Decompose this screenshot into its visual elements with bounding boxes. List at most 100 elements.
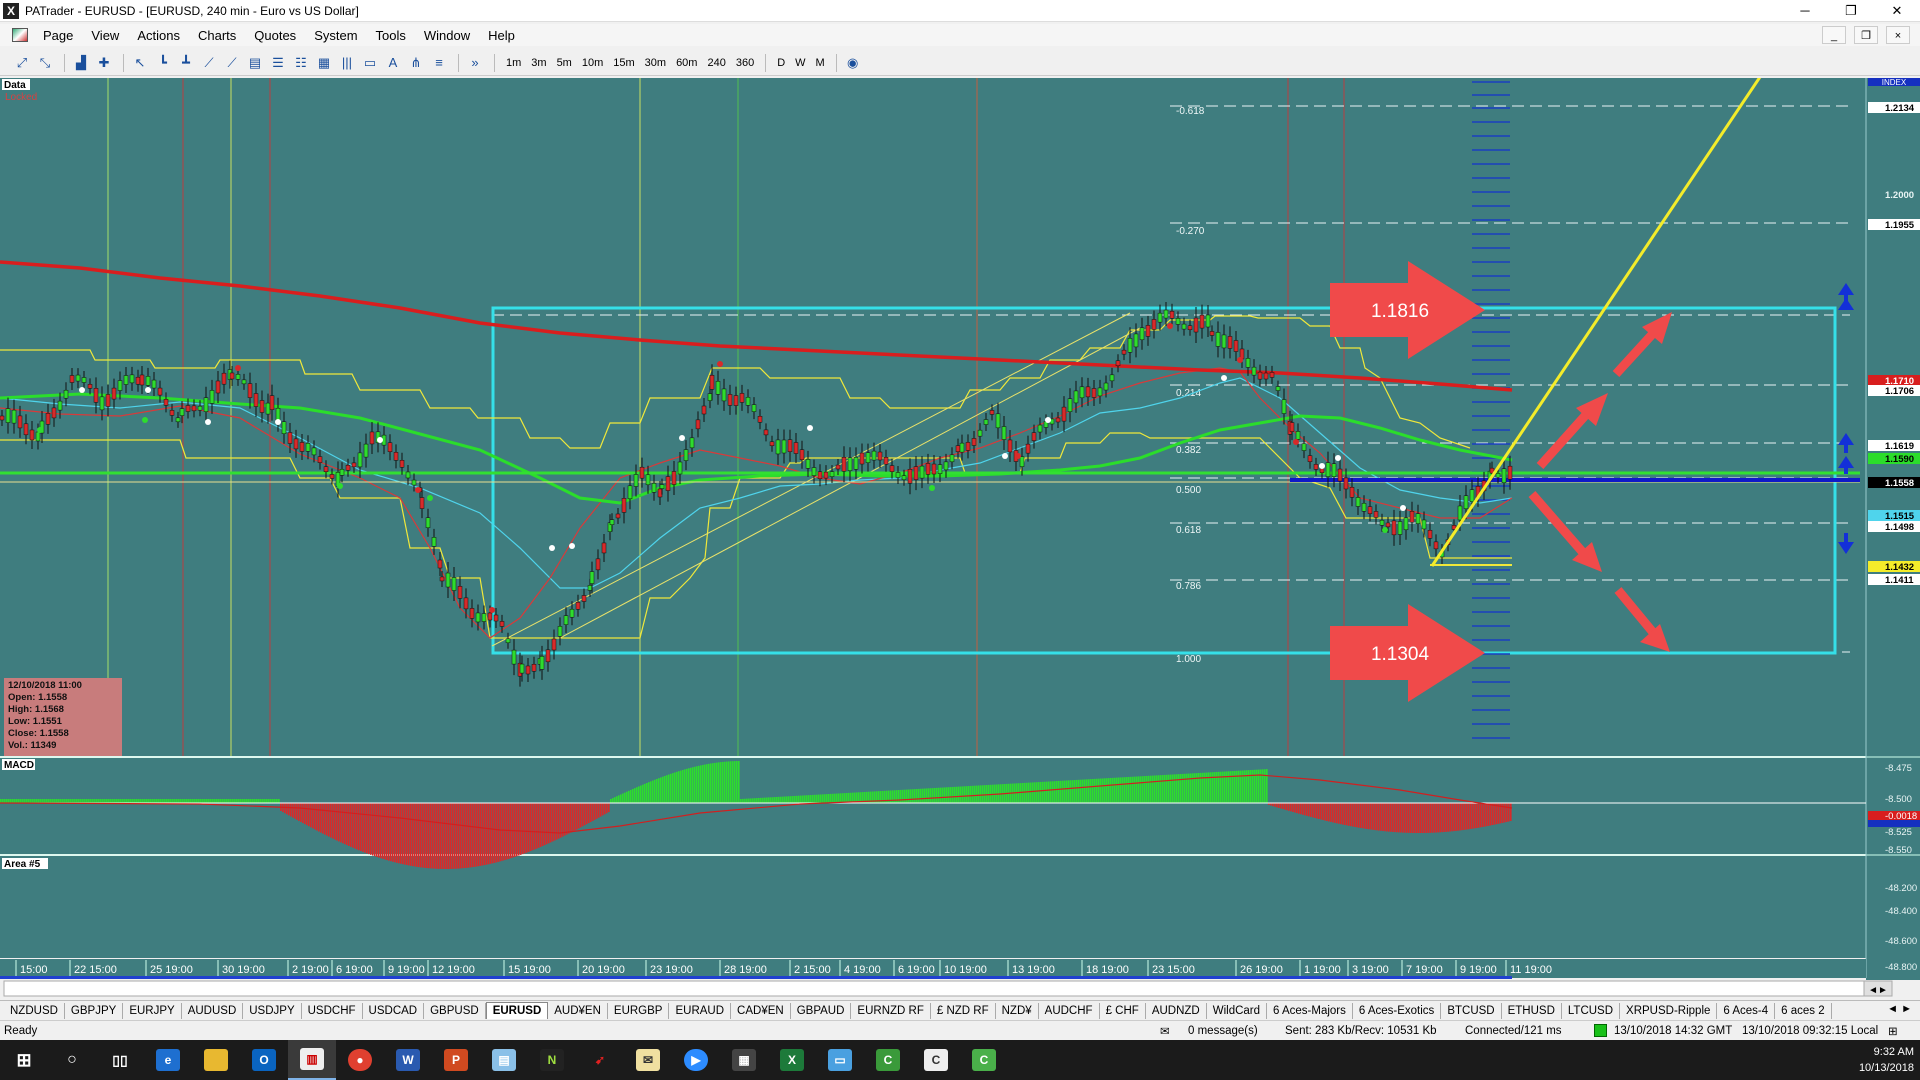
ninjatrader-icon[interactable]: N	[528, 1040, 576, 1080]
timeframe-weekly[interactable]: W	[790, 57, 810, 69]
symbol-tab[interactable]: USDCHF	[302, 1002, 363, 1019]
symbol-tab[interactable]: EURGBP	[608, 1002, 670, 1019]
camtasia-icon[interactable]: C	[864, 1040, 912, 1080]
symbol-tab[interactable]: 6 Aces-Exotics	[1353, 1002, 1442, 1019]
menu-help[interactable]: Help	[479, 28, 524, 43]
chart-page-icon[interactable]	[12, 28, 28, 42]
mdi-close-button[interactable]: ×	[1886, 26, 1910, 44]
toolbar-more-icon[interactable]: »	[465, 54, 485, 72]
menu-quotes[interactable]: Quotes	[245, 28, 305, 43]
symbol-tab[interactable]: GBPAUD	[791, 1002, 852, 1019]
patrader-taskbar-icon[interactable]: ▥	[288, 1040, 336, 1080]
macd-panel[interactable]	[0, 758, 1866, 854]
timeframe-60m[interactable]: 60m	[671, 57, 702, 69]
symbol-tab[interactable]: £ CHF	[1100, 1002, 1146, 1019]
start-button[interactable]: ⊞	[0, 1040, 48, 1080]
menu-window[interactable]: Window	[415, 28, 479, 43]
text-tool-icon[interactable]: A	[383, 54, 403, 72]
symbol-tab[interactable]: GBPUSD	[424, 1002, 486, 1019]
chart-area[interactable]: -0.618 -0.270 0.214 0.382 0.500 0.618 0.…	[0, 78, 1920, 998]
minimize-button[interactable]: ─	[1782, 0, 1828, 22]
regression-icon[interactable]: ≡	[429, 54, 449, 72]
ray-line-icon[interactable]: ⟋	[222, 54, 242, 72]
notepad-icon[interactable]: ▤	[480, 1040, 528, 1080]
trading-app-icon[interactable]: ➹	[576, 1040, 624, 1080]
fib-extension-icon[interactable]: ☷	[291, 54, 311, 72]
timeframe-360[interactable]: 360	[731, 57, 759, 69]
symbol-tab[interactable]: AUDUSD	[182, 1002, 244, 1019]
camtasia-editor-icon[interactable]: C	[960, 1040, 1008, 1080]
menu-actions[interactable]: Actions	[128, 28, 189, 43]
scroll-arrows-icon[interactable]: ◄►	[1868, 985, 1888, 996]
symbol-tab[interactable]: USDCAD	[363, 1002, 425, 1019]
timeframe-1m[interactable]: 1m	[501, 57, 526, 69]
symbol-tab[interactable]: 6 Aces-Majors	[1267, 1002, 1353, 1019]
timeframe-240[interactable]: 240	[702, 57, 730, 69]
chart-canvas[interactable]: -0.618 -0.270 0.214 0.382 0.500 0.618 0.…	[0, 78, 1920, 998]
word-icon[interactable]: W	[384, 1040, 432, 1080]
edge-icon[interactable]: e	[144, 1040, 192, 1080]
timeframe-30m[interactable]: 30m	[640, 57, 671, 69]
camtasia-recorder-icon[interactable]: C	[912, 1040, 960, 1080]
trend-line-icon[interactable]: ⟋	[199, 54, 219, 72]
symbol-tab[interactable]: EURJPY	[123, 1002, 182, 1019]
symbol-tab[interactable]: AUDNZD	[1146, 1002, 1207, 1019]
menu-tools[interactable]: Tools	[367, 28, 415, 43]
remote-desktop-icon[interactable]: ▭	[816, 1040, 864, 1080]
powerpoint-icon[interactable]: P	[432, 1040, 480, 1080]
gann-icon[interactable]: ▦	[314, 54, 334, 72]
channel-icon[interactable]: ▤	[245, 54, 265, 72]
outlook-icon[interactable]: O	[240, 1040, 288, 1080]
crosshair-icon[interactable]: ✚	[94, 54, 114, 72]
timeframe-3m[interactable]: 3m	[526, 57, 551, 69]
status-messages[interactable]: 0 message(s)	[1188, 1025, 1258, 1037]
timeframe-10m[interactable]: 10m	[577, 57, 608, 69]
symbol-tab[interactable]: EURAUD	[669, 1002, 732, 1019]
menu-page[interactable]: Page	[34, 28, 82, 43]
symbol-tab[interactable]: EURUSD	[485, 1002, 549, 1019]
cycle-lines-icon[interactable]: |||	[337, 54, 357, 72]
menu-charts[interactable]: Charts	[189, 28, 245, 43]
taskbar-clock[interactable]: 9:32 AM 10/13/2018	[1859, 1044, 1914, 1076]
clock-icon[interactable]: ◉	[843, 54, 863, 72]
zoom-out-icon[interactable]: ⤡	[35, 54, 55, 72]
symbol-tab[interactable]: £ NZD RF	[931, 1002, 996, 1019]
horizontal-line-icon[interactable]: ┗	[153, 54, 173, 72]
file-explorer-icon[interactable]	[192, 1040, 240, 1080]
symbol-tab[interactable]: AUDCHF	[1039, 1002, 1100, 1019]
tab-scroll-arrows[interactable]: ◄ ►	[1887, 1003, 1912, 1015]
symbol-tab[interactable]: EURNZD RF	[851, 1002, 931, 1019]
task-view-icon[interactable]: ▯▯	[96, 1040, 144, 1080]
symbol-tab[interactable]: NZD¥	[996, 1002, 1039, 1019]
mail-icon[interactable]: ✉	[624, 1040, 672, 1080]
symbol-tab[interactable]: CAD¥EN	[731, 1002, 791, 1019]
symbol-tab[interactable]: LTCUSD	[1562, 1002, 1621, 1019]
rectangle-icon[interactable]: ▭	[360, 54, 380, 72]
chrome-icon[interactable]: ●	[336, 1040, 384, 1080]
menu-system[interactable]: System	[305, 28, 366, 43]
symbol-tab[interactable]: WildCard	[1207, 1002, 1268, 1019]
timeframe-monthly[interactable]: M	[811, 57, 830, 69]
symbol-tab[interactable]: GBPJPY	[65, 1002, 124, 1019]
pointer-icon[interactable]: ↖	[130, 54, 150, 72]
timeframe-daily[interactable]: D	[772, 57, 790, 69]
timeframe-15m[interactable]: 15m	[608, 57, 639, 69]
mdi-restore-button[interactable]: ❐	[1854, 26, 1878, 44]
excel-icon[interactable]: X	[768, 1040, 816, 1080]
search-icon[interactable]: ○	[48, 1040, 96, 1080]
symbol-tab[interactable]: NZDUSD	[4, 1002, 65, 1019]
zoom-icon[interactable]: ▶	[672, 1040, 720, 1080]
pitchfork-icon[interactable]: ⋔	[406, 54, 426, 72]
symbol-tab[interactable]: 6 Aces-4	[1717, 1002, 1776, 1019]
symbol-tab[interactable]: ETHUSD	[1502, 1002, 1562, 1019]
symbol-tab[interactable]: XRPUSD-Ripple	[1620, 1002, 1718, 1019]
restore-button[interactable]: ❐	[1828, 0, 1874, 22]
calculator-icon[interactable]: ▦	[720, 1040, 768, 1080]
timeframe-5m[interactable]: 5m	[552, 57, 577, 69]
symbol-tab[interactable]: AUD¥EN	[548, 1002, 608, 1019]
mdi-minimize-button[interactable]: _	[1822, 26, 1846, 44]
symbol-tab[interactable]: USDJPY	[243, 1002, 302, 1019]
chart-type-icon[interactable]: ▟	[71, 54, 91, 72]
close-button[interactable]: ✕	[1874, 0, 1920, 22]
symbol-tab[interactable]: 6 aces 2	[1775, 1002, 1832, 1019]
